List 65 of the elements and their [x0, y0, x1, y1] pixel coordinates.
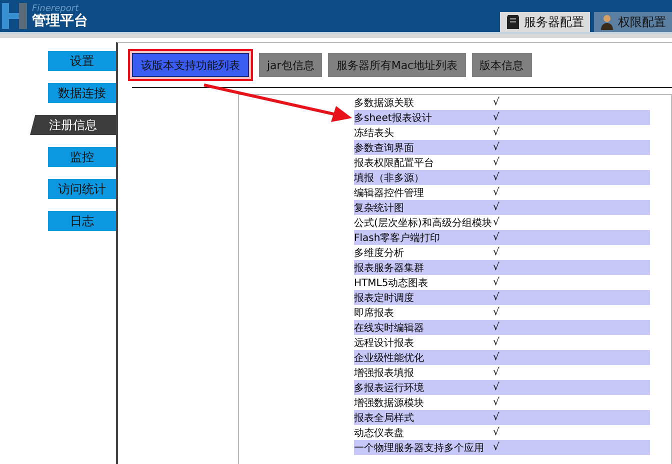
feature-name: 多报表运行环境: [354, 382, 425, 394]
feature-name: 公式(层次坐标)和高级分组模块: [354, 216, 493, 230]
feature-name: 报表服务器集群: [354, 262, 425, 274]
sidebar-item[interactable]: 访问统计: [48, 179, 116, 199]
check-mark: √: [493, 382, 500, 393]
feature-name: HTML5动态图表: [354, 276, 430, 290]
tab-button[interactable]: 该版本支持功能列表: [132, 53, 249, 77]
tab-button[interactable]: 版本信息: [472, 53, 532, 77]
tab-button[interactable]: 服务器所有Mac地址列表: [328, 53, 466, 77]
server-icon: [506, 14, 520, 30]
check-mark: √: [493, 202, 500, 213]
feature-name: 增强报表填报: [354, 366, 415, 380]
feature-name: 远程设计报表: [354, 336, 415, 350]
brand-title: 管理平台: [32, 14, 88, 28]
sidebar-item[interactable]: 设置: [48, 51, 116, 71]
feature-name: 参数查询界面: [354, 142, 415, 154]
check-mark: √: [493, 337, 500, 348]
check-mark: √: [493, 172, 500, 183]
check-mark: √: [493, 292, 500, 303]
check-mark: √: [493, 277, 500, 288]
person-icon: [600, 14, 614, 30]
feature-name: 多数据源关联: [354, 96, 415, 110]
feature-name: 填报（非多源）: [354, 172, 425, 184]
sidebar-item[interactable]: 日志: [48, 211, 116, 231]
feature-name: 报表全局样式: [354, 412, 415, 424]
feature-name: 多sheet报表设计: [354, 112, 433, 124]
sidebar-item[interactable]: 监控: [48, 147, 116, 167]
feature-name: 企业级性能优化: [354, 352, 425, 364]
check-mark: √: [493, 127, 500, 138]
sidebar-item[interactable]: 注册信息: [30, 115, 116, 135]
logo-icon: [1, 1, 29, 31]
check-mark: √: [493, 247, 500, 258]
check-mark: √: [493, 97, 500, 108]
feature-name: 冻结表头: [354, 126, 395, 140]
check-mark: √: [493, 412, 500, 423]
check-mark: √: [493, 157, 500, 168]
feature-name: 编辑器控件管理: [354, 186, 425, 200]
header-tab[interactable]: 权限配置: [594, 12, 672, 32]
feature-name: 即席报表: [354, 306, 395, 320]
feature-name: 增强数据源模块: [354, 396, 425, 410]
check-mark: √: [493, 112, 500, 123]
check-mark: √: [493, 232, 500, 243]
feature-name: 报表定时调度: [354, 292, 415, 304]
check-mark: √: [493, 367, 500, 378]
feature-name: 在线实时编辑器: [354, 322, 425, 334]
check-mark: √: [493, 142, 500, 153]
feature-name: Flash零客户端打印: [354, 232, 442, 244]
feature-name: 动态仪表盘: [354, 426, 405, 440]
feature-name: 多维度分析: [354, 246, 405, 260]
check-mark: √: [493, 307, 500, 318]
check-mark: √: [493, 442, 500, 453]
check-mark: √: [493, 397, 500, 408]
sidebar-item[interactable]: 数据连接: [48, 83, 116, 103]
header-tab[interactable]: 服务器配置: [500, 12, 590, 32]
check-mark: √: [493, 187, 500, 198]
check-mark: √: [493, 427, 500, 438]
check-mark: √: [493, 352, 500, 363]
tab-button[interactable]: jar包信息: [259, 53, 322, 77]
brand-subtitle: Finereport: [32, 4, 79, 14]
check-mark: √: [493, 217, 500, 228]
feature-name: 报表权限配置平台: [354, 156, 435, 170]
feature-name: 一个物理服务器支持多个应用: [354, 442, 485, 454]
feature-name: 复杂统计图: [354, 202, 405, 214]
check-mark: √: [493, 262, 500, 273]
check-mark: √: [493, 322, 500, 333]
